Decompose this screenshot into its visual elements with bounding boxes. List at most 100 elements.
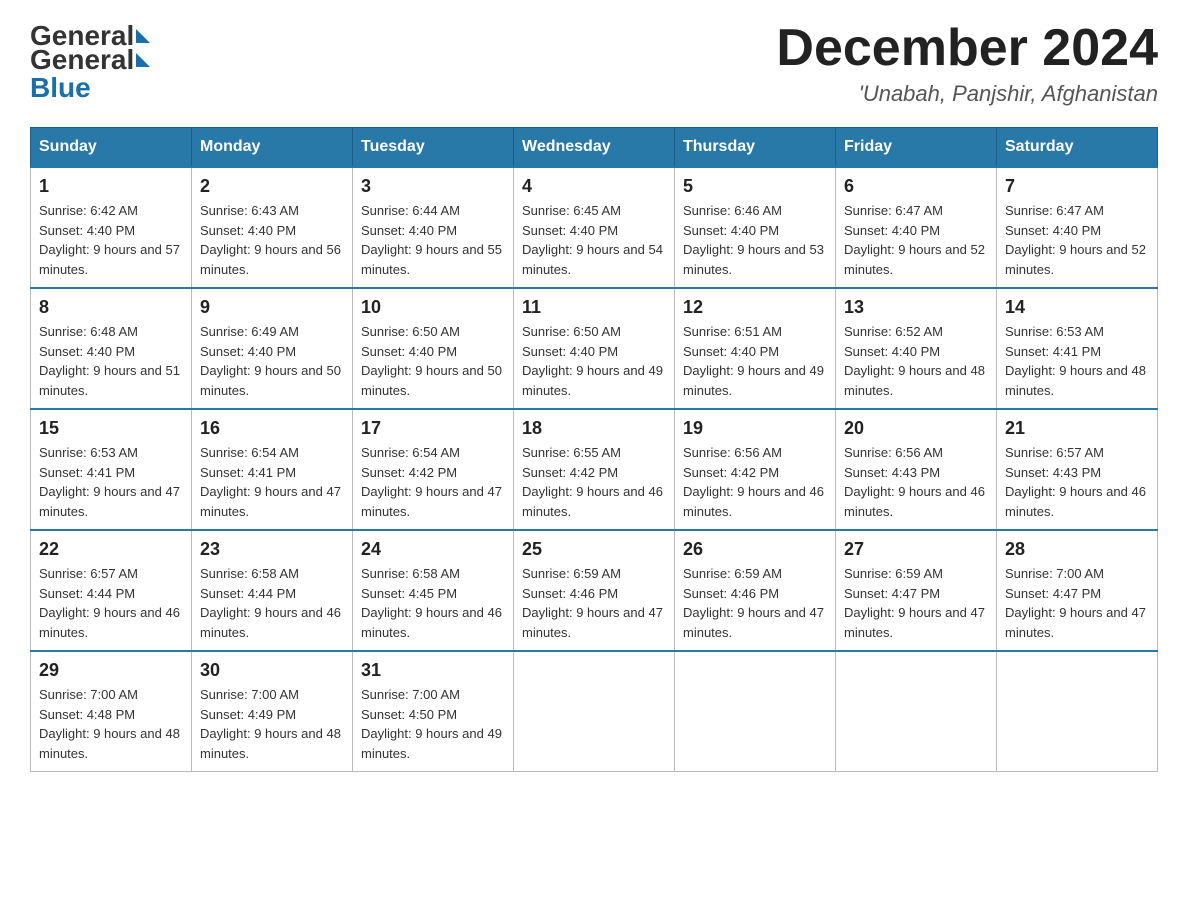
calendar-table: Sunday Monday Tuesday Wednesday Thursday… <box>30 127 1158 772</box>
day-number: 15 <box>39 418 183 439</box>
calendar-week-row: 1 Sunrise: 6:42 AM Sunset: 4:40 PM Dayli… <box>31 167 1158 288</box>
sunrise-label: Sunrise: 6:52 AM <box>844 324 943 339</box>
sunset-label: Sunset: 4:47 PM <box>1005 586 1101 601</box>
header-tuesday: Tuesday <box>353 128 514 168</box>
daylight-label: Daylight: 9 hours and 47 minutes. <box>683 605 824 640</box>
sunrise-label: Sunrise: 6:48 AM <box>39 324 138 339</box>
day-info: Sunrise: 6:50 AM Sunset: 4:40 PM Dayligh… <box>522 322 666 400</box>
daylight-label: Daylight: 9 hours and 46 minutes. <box>522 484 663 519</box>
day-number: 27 <box>844 539 988 560</box>
sunset-label: Sunset: 4:40 PM <box>683 223 779 238</box>
sunrise-label: Sunrise: 6:47 AM <box>1005 203 1104 218</box>
table-row: 3 Sunrise: 6:44 AM Sunset: 4:40 PM Dayli… <box>353 167 514 288</box>
day-number: 25 <box>522 539 666 560</box>
sunrise-label: Sunrise: 6:53 AM <box>39 445 138 460</box>
table-row: 24 Sunrise: 6:58 AM Sunset: 4:45 PM Dayl… <box>353 530 514 651</box>
day-number: 3 <box>361 176 505 197</box>
sunrise-label: Sunrise: 6:42 AM <box>39 203 138 218</box>
day-number: 4 <box>522 176 666 197</box>
daylight-label: Daylight: 9 hours and 46 minutes. <box>39 605 180 640</box>
day-number: 16 <box>200 418 344 439</box>
sunset-label: Sunset: 4:40 PM <box>200 223 296 238</box>
day-info: Sunrise: 6:53 AM Sunset: 4:41 PM Dayligh… <box>39 443 183 521</box>
weekday-header-row: Sunday Monday Tuesday Wednesday Thursday… <box>31 128 1158 168</box>
sunset-label: Sunset: 4:40 PM <box>683 344 779 359</box>
table-row: 1 Sunrise: 6:42 AM Sunset: 4:40 PM Dayli… <box>31 167 192 288</box>
day-info: Sunrise: 6:55 AM Sunset: 4:42 PM Dayligh… <box>522 443 666 521</box>
daylight-label: Daylight: 9 hours and 52 minutes. <box>844 242 985 277</box>
calendar-week-row: 8 Sunrise: 6:48 AM Sunset: 4:40 PM Dayli… <box>31 288 1158 409</box>
sunset-label: Sunset: 4:46 PM <box>683 586 779 601</box>
daylight-label: Daylight: 9 hours and 54 minutes. <box>522 242 663 277</box>
day-number: 10 <box>361 297 505 318</box>
sunset-label: Sunset: 4:45 PM <box>361 586 457 601</box>
sunset-label: Sunset: 4:42 PM <box>361 465 457 480</box>
sunset-label: Sunset: 4:46 PM <box>522 586 618 601</box>
sunset-label: Sunset: 4:42 PM <box>683 465 779 480</box>
sunset-label: Sunset: 4:43 PM <box>1005 465 1101 480</box>
day-info: Sunrise: 6:53 AM Sunset: 4:41 PM Dayligh… <box>1005 322 1149 400</box>
day-number: 31 <box>361 660 505 681</box>
day-number: 30 <box>200 660 344 681</box>
logo-triangle-icon <box>136 29 150 43</box>
day-number: 20 <box>844 418 988 439</box>
day-info: Sunrise: 6:44 AM Sunset: 4:40 PM Dayligh… <box>361 201 505 279</box>
sunrise-label: Sunrise: 6:44 AM <box>361 203 460 218</box>
sunset-label: Sunset: 4:40 PM <box>844 344 940 359</box>
table-row <box>997 651 1158 772</box>
day-number: 18 <box>522 418 666 439</box>
daylight-label: Daylight: 9 hours and 46 minutes. <box>844 484 985 519</box>
table-row: 7 Sunrise: 6:47 AM Sunset: 4:40 PM Dayli… <box>997 167 1158 288</box>
day-info: Sunrise: 7:00 AM Sunset: 4:50 PM Dayligh… <box>361 685 505 763</box>
table-row: 13 Sunrise: 6:52 AM Sunset: 4:40 PM Dayl… <box>836 288 997 409</box>
table-row: 4 Sunrise: 6:45 AM Sunset: 4:40 PM Dayli… <box>514 167 675 288</box>
day-info: Sunrise: 6:57 AM Sunset: 4:43 PM Dayligh… <box>1005 443 1149 521</box>
daylight-label: Daylight: 9 hours and 57 minutes. <box>39 242 180 277</box>
day-number: 6 <box>844 176 988 197</box>
day-number: 28 <box>1005 539 1149 560</box>
daylight-label: Daylight: 9 hours and 48 minutes. <box>1005 363 1146 398</box>
day-info: Sunrise: 6:47 AM Sunset: 4:40 PM Dayligh… <box>844 201 988 279</box>
sunrise-label: Sunrise: 6:47 AM <box>844 203 943 218</box>
table-row: 14 Sunrise: 6:53 AM Sunset: 4:41 PM Dayl… <box>997 288 1158 409</box>
table-row <box>514 651 675 772</box>
sunrise-label: Sunrise: 6:53 AM <box>1005 324 1104 339</box>
daylight-label: Daylight: 9 hours and 48 minutes. <box>200 726 341 761</box>
sunrise-label: Sunrise: 6:59 AM <box>683 566 782 581</box>
daylight-label: Daylight: 9 hours and 52 minutes. <box>1005 242 1146 277</box>
sunrise-label: Sunrise: 6:56 AM <box>683 445 782 460</box>
sunset-label: Sunset: 4:43 PM <box>844 465 940 480</box>
table-row: 27 Sunrise: 6:59 AM Sunset: 4:47 PM Dayl… <box>836 530 997 651</box>
sunset-label: Sunset: 4:40 PM <box>39 223 135 238</box>
table-row <box>675 651 836 772</box>
header-saturday: Saturday <box>997 128 1158 168</box>
table-row: 18 Sunrise: 6:55 AM Sunset: 4:42 PM Dayl… <box>514 409 675 530</box>
location-title: 'Unabah, Panjshir, Afghanistan <box>776 81 1158 107</box>
day-number: 14 <box>1005 297 1149 318</box>
sunrise-label: Sunrise: 6:51 AM <box>683 324 782 339</box>
day-number: 1 <box>39 176 183 197</box>
daylight-label: Daylight: 9 hours and 47 minutes. <box>844 605 985 640</box>
daylight-label: Daylight: 9 hours and 49 minutes. <box>522 363 663 398</box>
table-row: 5 Sunrise: 6:46 AM Sunset: 4:40 PM Dayli… <box>675 167 836 288</box>
day-number: 29 <box>39 660 183 681</box>
daylight-label: Daylight: 9 hours and 50 minutes. <box>200 363 341 398</box>
title-area: December 2024 'Unabah, Panjshir, Afghani… <box>776 20 1158 107</box>
day-info: Sunrise: 6:59 AM Sunset: 4:46 PM Dayligh… <box>683 564 827 642</box>
table-row: 25 Sunrise: 6:59 AM Sunset: 4:46 PM Dayl… <box>514 530 675 651</box>
sunset-label: Sunset: 4:41 PM <box>200 465 296 480</box>
header-wednesday: Wednesday <box>514 128 675 168</box>
day-info: Sunrise: 7:00 AM Sunset: 4:47 PM Dayligh… <box>1005 564 1149 642</box>
day-number: 23 <box>200 539 344 560</box>
table-row: 11 Sunrise: 6:50 AM Sunset: 4:40 PM Dayl… <box>514 288 675 409</box>
daylight-label: Daylight: 9 hours and 46 minutes. <box>200 605 341 640</box>
sunrise-label: Sunrise: 6:50 AM <box>522 324 621 339</box>
daylight-label: Daylight: 9 hours and 47 minutes. <box>200 484 341 519</box>
sunrise-label: Sunrise: 6:54 AM <box>361 445 460 460</box>
daylight-label: Daylight: 9 hours and 49 minutes. <box>683 363 824 398</box>
header-friday: Friday <box>836 128 997 168</box>
day-info: Sunrise: 6:45 AM Sunset: 4:40 PM Dayligh… <box>522 201 666 279</box>
daylight-label: Daylight: 9 hours and 48 minutes. <box>39 726 180 761</box>
sunset-label: Sunset: 4:40 PM <box>361 344 457 359</box>
table-row: 20 Sunrise: 6:56 AM Sunset: 4:43 PM Dayl… <box>836 409 997 530</box>
